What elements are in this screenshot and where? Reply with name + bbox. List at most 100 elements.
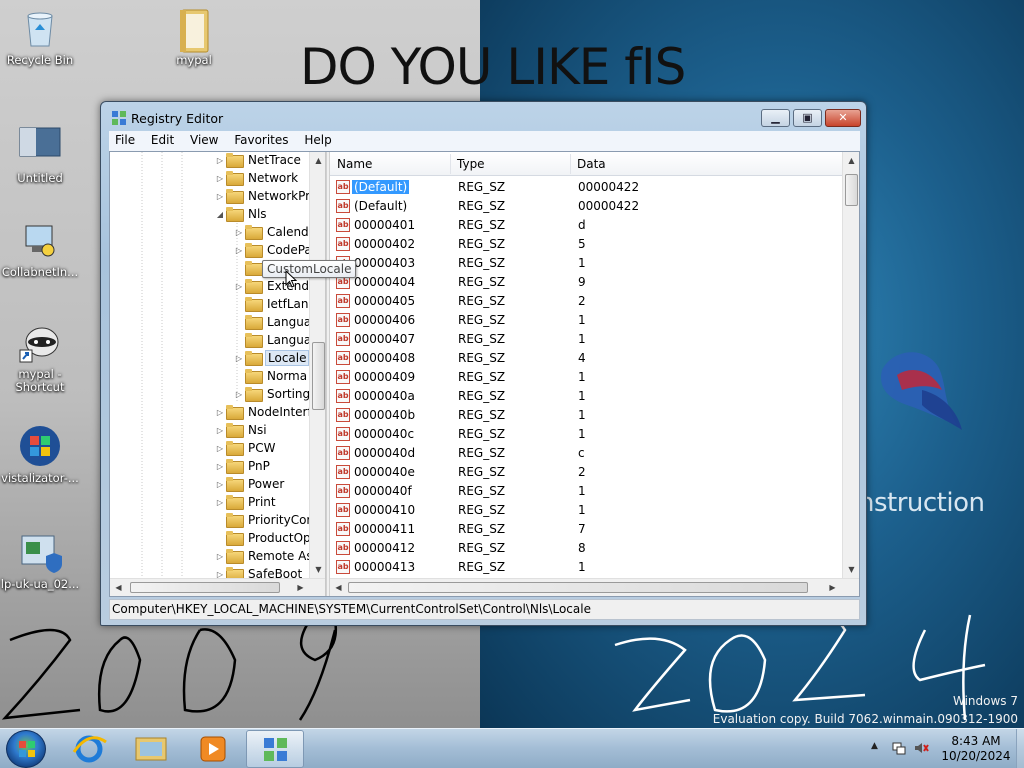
taskbar-media-player-button[interactable] (184, 730, 242, 768)
tree-hscroll-thumb[interactable] (130, 582, 280, 593)
tree-node[interactable]: ▷ Calend (233, 225, 311, 243)
tree-node[interactable]: ▷ CodePa (233, 243, 314, 261)
column-divider[interactable] (450, 154, 451, 174)
value-row[interactable]: ab 0000040d REG_SZ c (330, 444, 842, 463)
desktop-icon-mypal-shortcut[interactable]: mypal - Shortcut (0, 320, 80, 394)
registry-tree[interactable]: ▷ NetTrace ▷ Network ▷ NetworkPr ◢ Nls ▷ Calend ▷ C… (110, 152, 326, 596)
desktop-icon-untitled[interactable]: Untitled (0, 124, 80, 185)
volume-muted-icon[interactable] (913, 740, 929, 756)
collapse-arrow-icon[interactable]: ◢ (214, 210, 226, 219)
tree-node[interactable]: IetfLang (233, 297, 318, 315)
tree-node[interactable]: ▷ Sorting (233, 387, 312, 405)
column-type[interactable]: Type (457, 157, 485, 171)
value-row[interactable]: ab (Default) REG_SZ 00000422 (330, 197, 842, 216)
expand-arrow-icon[interactable]: ▷ (214, 156, 226, 165)
tree-node[interactable]: ▷ PCW (214, 441, 277, 459)
value-row[interactable]: ab 00000404 REG_SZ 9 (330, 273, 842, 292)
tree-node[interactable]: ◢ Nls (214, 207, 269, 225)
expand-arrow-icon[interactable]: ▷ (214, 192, 226, 201)
menu-favorites[interactable]: Favorites (228, 131, 294, 149)
tree-node[interactable]: ▷ NetworkPr (214, 189, 312, 207)
column-data[interactable]: Data (577, 157, 606, 171)
desktop-icon-recycle-bin[interactable]: Recycle Bin (0, 6, 80, 67)
menu-file[interactable]: File (109, 131, 141, 149)
tree-node[interactable]: ▷ PnP (214, 459, 272, 477)
clock[interactable]: 8:43 AM 10/20/2024 (936, 734, 1016, 764)
value-row[interactable]: ab 00000402 REG_SZ 5 (330, 235, 842, 254)
expand-arrow-icon[interactable]: ▷ (214, 462, 226, 471)
value-row[interactable]: ab 00000410 REG_SZ 1 (330, 501, 842, 520)
expand-arrow-icon[interactable]: ▷ (233, 282, 245, 291)
expand-arrow-icon[interactable]: ▷ (233, 246, 245, 255)
expand-arrow-icon[interactable]: ▷ (233, 390, 245, 399)
expand-arrow-icon[interactable]: ▷ (214, 480, 226, 489)
values-list[interactable]: Name Type Data ab (Default) REG_SZ 00000422… (330, 152, 859, 596)
list-scroll-thumb[interactable] (845, 174, 858, 206)
value-row[interactable]: ab 00000405 REG_SZ 2 (330, 292, 842, 311)
scroll-up-icon[interactable]: ▲ (310, 152, 325, 169)
value-row[interactable]: ab 0000040e REG_SZ 2 (330, 463, 842, 482)
value-row[interactable]: ab 00000409 REG_SZ 1 (330, 368, 842, 387)
menu-edit[interactable]: Edit (145, 131, 180, 149)
registry-editor-window[interactable]: Registry Editor ▁ ▣ ✕ File Edit View Fav… (100, 101, 867, 626)
value-row[interactable]: ab 00000407 REG_SZ 1 (330, 330, 842, 349)
scroll-left-icon[interactable]: ◀ (330, 579, 347, 596)
scroll-right-icon[interactable]: ▶ (824, 579, 841, 596)
tree-node[interactable]: ▷ Network (214, 171, 300, 189)
network-icon[interactable] (891, 740, 907, 756)
expand-arrow-icon[interactable]: ▷ (214, 174, 226, 183)
tree-scroll-thumb[interactable] (312, 342, 325, 410)
tree-node[interactable]: ▷ NetTrace (214, 153, 303, 171)
tree-node[interactable]: ▷ NodeInterf (214, 405, 314, 423)
scroll-up-icon[interactable]: ▲ (843, 152, 859, 169)
value-row[interactable]: ab 0000040f REG_SZ 1 (330, 482, 842, 501)
scroll-down-icon[interactable]: ▼ (843, 561, 859, 578)
value-row[interactable]: ab 00000408 REG_SZ 4 (330, 349, 842, 368)
tree-node[interactable]: ▷ Remote As (214, 549, 315, 567)
desktop-icon-lp-uk-ua[interactable]: lp-uk-ua_02... (0, 530, 80, 591)
tree-node[interactable]: ▷ Print (214, 495, 278, 513)
tree-node[interactable]: ▷ Power (214, 477, 286, 495)
tree-node[interactable]: ProductOp (214, 531, 313, 549)
value-row[interactable]: ab 0000040b REG_SZ 1 (330, 406, 842, 425)
value-row[interactable]: ab00000403REG_SZ1 (330, 254, 842, 273)
scroll-down-icon[interactable]: ▼ (310, 561, 325, 578)
menu-view[interactable]: View (184, 131, 224, 149)
taskbar-regedit-button[interactable] (246, 730, 304, 768)
column-divider[interactable] (570, 154, 571, 174)
value-row[interactable]: ab 00000406 REG_SZ 1 (330, 311, 842, 330)
expand-arrow-icon[interactable]: ▷ (214, 408, 226, 417)
value-row[interactable]: ab 0000040a REG_SZ 1 (330, 387, 842, 406)
value-row[interactable]: ab 00000401 REG_SZ d (330, 216, 842, 235)
desktop-icon-collabnet[interactable]: CollabnetIn... (0, 218, 80, 279)
tree-node[interactable]: Langua (233, 333, 313, 351)
expand-arrow-icon[interactable]: ▷ (214, 444, 226, 453)
value-row[interactable]: ab 00000411 REG_SZ 7 (330, 520, 842, 539)
show-desktop-button[interactable] (1016, 729, 1024, 768)
taskbar-explorer-button[interactable] (122, 730, 180, 768)
scroll-right-icon[interactable]: ▶ (292, 579, 309, 596)
value-row[interactable]: ab 00000413 REG_SZ 1 (330, 558, 842, 577)
menu-help[interactable]: Help (298, 131, 337, 149)
tree-node[interactable]: ▷Extende (233, 279, 318, 297)
expand-arrow-icon[interactable]: ▷ (214, 498, 226, 507)
value-row[interactable]: ab (Default) REG_SZ 00000422 (330, 178, 842, 197)
list-horizontal-scrollbar[interactable]: ◀ ▶ (330, 578, 859, 596)
list-hscroll-thumb[interactable] (348, 582, 808, 593)
maximize-button[interactable]: ▣ (793, 109, 822, 127)
tree-vertical-scrollbar[interactable]: ▲ ▼ (309, 152, 325, 578)
column-name[interactable]: Name (337, 157, 372, 171)
value-row[interactable]: ab 00000412 REG_SZ 8 (330, 539, 842, 558)
tree-node[interactable]: Norma (233, 369, 309, 387)
close-button[interactable]: ✕ (825, 109, 861, 127)
expand-arrow-icon[interactable]: ▷ (214, 552, 226, 561)
tree-node[interactable]: PriorityCor (214, 513, 313, 531)
expand-arrow-icon[interactable]: ▷ (233, 354, 245, 363)
show-hidden-icons-icon[interactable]: ▲ (871, 741, 878, 751)
taskbar-ie-button[interactable] (60, 730, 118, 768)
start-orb-icon[interactable] (6, 730, 46, 768)
tree-horizontal-scrollbar[interactable]: ◀ ▶ (110, 578, 325, 596)
minimize-button[interactable]: ▁ (761, 109, 790, 127)
desktop-icon-vistalizator[interactable]: vistalizator-... (0, 424, 80, 485)
desktop-icon-mypal[interactable]: mypal (154, 6, 234, 67)
